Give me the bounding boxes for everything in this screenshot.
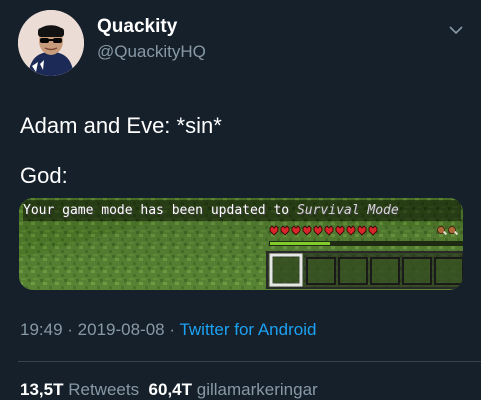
- tweet-text-line: Adam and Eve: *sin*: [20, 113, 222, 138]
- retweets-stat[interactable]: 13,5T Retweets: [20, 380, 139, 399]
- hotbar-slot: [402, 257, 432, 285]
- meta-separator: ·: [164, 320, 180, 339]
- hotbar-slot: [306, 257, 336, 285]
- tweet-meta: 19:49 · 2019-08-08 · Twitter for Android: [20, 320, 316, 340]
- divider: [18, 361, 481, 362]
- retweets-count: 13,5T: [20, 380, 64, 399]
- tweet-time[interactable]: 19:49: [20, 320, 63, 339]
- retweets-label: Retweets: [68, 380, 140, 399]
- hotbar-slot: [434, 257, 463, 285]
- hotbar-slot: [338, 257, 368, 285]
- hotbar-slot: [274, 258, 298, 282]
- avatar[interactable]: [18, 10, 84, 76]
- game-chat-message: Your game mode has been updated to Survi…: [23, 200, 461, 221]
- tweet-stats: 13,5T Retweets 60,4T gillamarkeringar: [20, 380, 318, 400]
- tweet-client-link[interactable]: Twitter for Android: [179, 320, 316, 339]
- tweet-date[interactable]: 2019-08-08: [78, 320, 165, 339]
- hotbar-slot: [370, 257, 400, 285]
- chevron-down-icon[interactable]: [447, 24, 465, 36]
- display-name[interactable]: Quackity: [97, 16, 177, 38]
- game-message-prefix: Your game mode has been updated to: [23, 203, 297, 218]
- game-mode-name: Survival Mode: [296, 203, 399, 218]
- meta-separator: ·: [62, 320, 78, 339]
- likes-count: 60,4T: [148, 380, 193, 399]
- avatar-photo: [18, 10, 84, 76]
- likes-stat[interactable]: 60,4T gillamarkeringar: [149, 380, 318, 399]
- tweet-media-image[interactable]: Your game mode has been updated to Survi…: [19, 198, 463, 290]
- experience-bar-fill: [270, 242, 330, 245]
- tweet-text-line: God:: [20, 163, 68, 188]
- likes-label: gillamarkeringar: [196, 380, 318, 399]
- user-handle[interactable]: @QuackityHQ: [97, 42, 206, 62]
- hotbar: [266, 251, 463, 289]
